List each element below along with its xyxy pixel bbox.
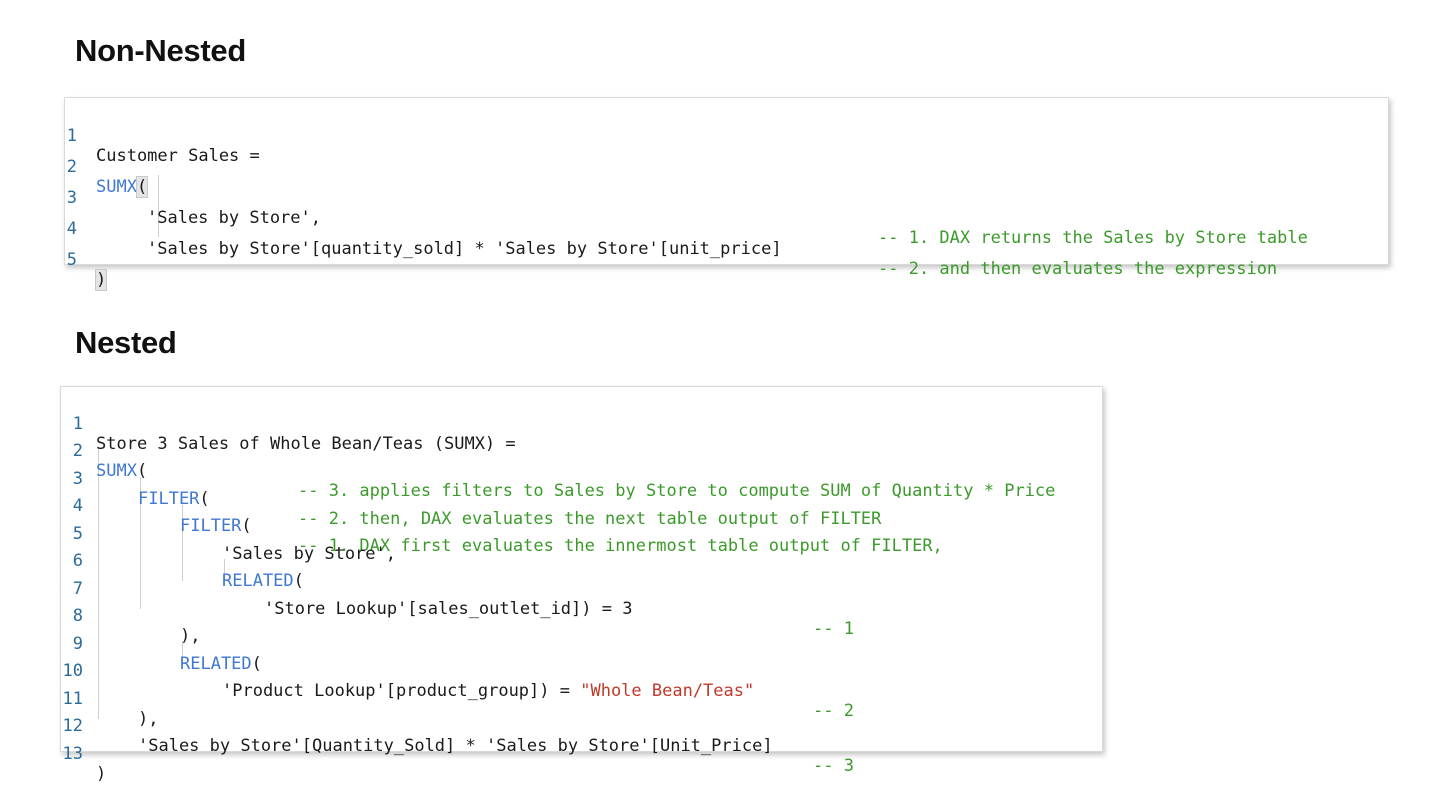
code-line: 10 'Product Lookup'[product_group]) = "W… [61,641,854,721]
code-line: 5 ) [65,230,108,291]
code-text: Store 3 Sales of Whole Bean/Teas (SUMX) … [96,434,516,454]
code-line: 11 ), [61,669,159,729]
code-text: 'Sales by Store'[quantity_sold] * 'Sales… [147,239,782,259]
code-text: ), [138,709,159,729]
code-line: 4 'Sales by Store'[quantity_sold] * 'Sal… [65,199,1277,279]
code-line: 2 SUMX( [65,137,149,198]
code-text: ( [241,516,252,536]
line-number: 13 [62,744,83,764]
dax-function-keyword: RELATED [180,654,252,674]
code-comment: -- 1 [813,619,854,639]
code-text: ) [94,269,108,291]
dax-function-keyword: FILTER [138,489,200,509]
dax-function-keyword: RELATED [222,571,294,591]
code-text: ) [96,764,107,784]
code-line: 1 Customer Sales = [65,106,260,166]
code-text: Customer Sales = [96,146,260,166]
code-text: ( [199,489,210,509]
code-line: 12 'Sales by Store'[Quantity_Sold] * 'Sa… [61,696,854,776]
code-text: ), [180,626,201,646]
code-line: 1 Store 3 Sales of Whole Bean/Teas (SUMX… [61,394,516,454]
code-block-non-nested[interactable]: 1 Customer Sales = 2 SUMX( 3 'Sales by S… [64,97,1389,291]
code-comment: -- 2. then, DAX evaluates the next table… [298,509,882,529]
dax-function-keyword: SUMX [96,461,137,481]
code-line: 2 SUMX( -- 3. applies filters to Sales b… [61,421,1056,501]
code-comment: -- 3. applies filters to Sales by Store … [298,481,1056,501]
code-comment: -- 2. and then evaluates the expression [878,259,1278,279]
dax-function-keyword: FILTER [180,516,242,536]
section-title-nested: Nested [75,325,177,360]
string-literal: "Whole Bean/Teas" [580,681,755,701]
code-text: ( [251,654,262,674]
code-line: 3 'Sales by Store', -- 1. DAX returns th… [65,168,1308,248]
code-line: 8 ), [61,586,201,646]
code-line: 4 FILTER( -- 1. DAX first evaluates the … [61,476,943,556]
code-text: 'Product Lookup'[product_group]) = [222,681,581,701]
code-line: 6 RELATED( [61,531,304,591]
code-text: ( [293,571,304,591]
code-comment: -- 2 [813,701,854,721]
section-title-non-nested: Non-Nested [75,33,246,68]
line-number: 5 [66,250,77,270]
code-comment: -- 1. DAX returns the Sales by Store tab… [878,228,1308,248]
code-text: 'Sales by Store', [222,544,396,564]
code-text: 'Store Lookup'[sales_outlet_id]) = 3 [264,599,633,619]
code-text: 'Sales by Store'[Quantity_Sold] * 'Sales… [138,736,773,756]
code-text: ( [136,461,148,481]
code-line: 9 RELATED( [61,614,262,674]
code-line: 7 'Store Lookup'[sales_outlet_id]) = 3 -… [61,559,854,639]
code-line: 3 FILTER( -- 2. then, DAX evaluates the … [61,449,882,529]
code-text: 'Sales by Store', [147,208,321,228]
code-comment: -- 3 [813,756,854,776]
code-line: 5 'Sales by Store', [61,504,396,564]
code-text: ( [135,176,149,198]
code-block-nested[interactable]: 1 Store 3 Sales of Whole Bean/Teas (SUMX… [60,386,1103,784]
code-line: 13 ) [61,724,107,784]
